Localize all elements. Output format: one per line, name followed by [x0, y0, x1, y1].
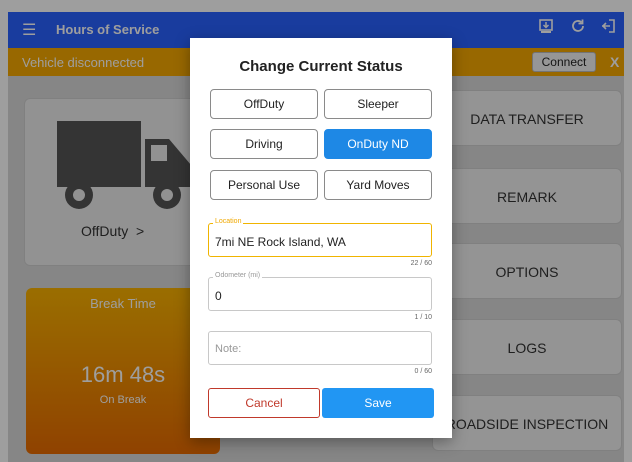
status-offduty-button[interactable]: OffDuty [210, 89, 318, 119]
status-yard-moves-button[interactable]: Yard Moves [324, 170, 432, 200]
odometer-label: Odometer (mi) [213, 272, 263, 279]
note-field[interactable]: Note: [208, 331, 432, 365]
location-label: Location [213, 218, 244, 225]
dialog-title: Change Current Status [239, 58, 403, 75]
status-sleeper-button[interactable]: Sleeper [324, 89, 432, 119]
status-onduty-nd-button[interactable]: OnDuty ND [324, 129, 432, 159]
status-driving-button[interactable]: Driving [210, 129, 318, 159]
cancel-button[interactable]: Cancel [208, 388, 320, 418]
status-personal-use-button[interactable]: Personal Use [210, 170, 318, 200]
location-field[interactable]: Location 7mi NE Rock Island, WA [208, 218, 432, 257]
change-status-dialog: Change Current Status OffDuty Sleeper Dr… [190, 38, 452, 438]
location-value: 7mi NE Rock Island, WA [215, 235, 346, 249]
note-placeholder: Note: [215, 343, 242, 355]
odometer-value: 0 [215, 289, 222, 303]
save-button[interactable]: Save [322, 388, 434, 418]
location-counter: 22 / 60 [410, 260, 432, 267]
odometer-counter: 1 / 10 [414, 314, 432, 321]
note-counter: 0 / 60 [414, 368, 432, 375]
odometer-field[interactable]: Odometer (mi) 0 [208, 272, 432, 311]
